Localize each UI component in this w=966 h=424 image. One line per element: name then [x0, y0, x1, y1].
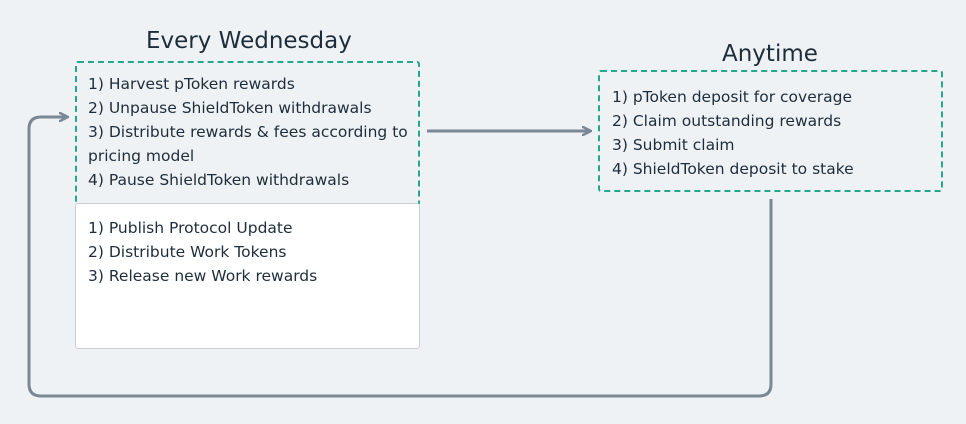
connector-arrows: [27, 0, 773, 398]
loop-back-arrow: [27, 117, 773, 398]
